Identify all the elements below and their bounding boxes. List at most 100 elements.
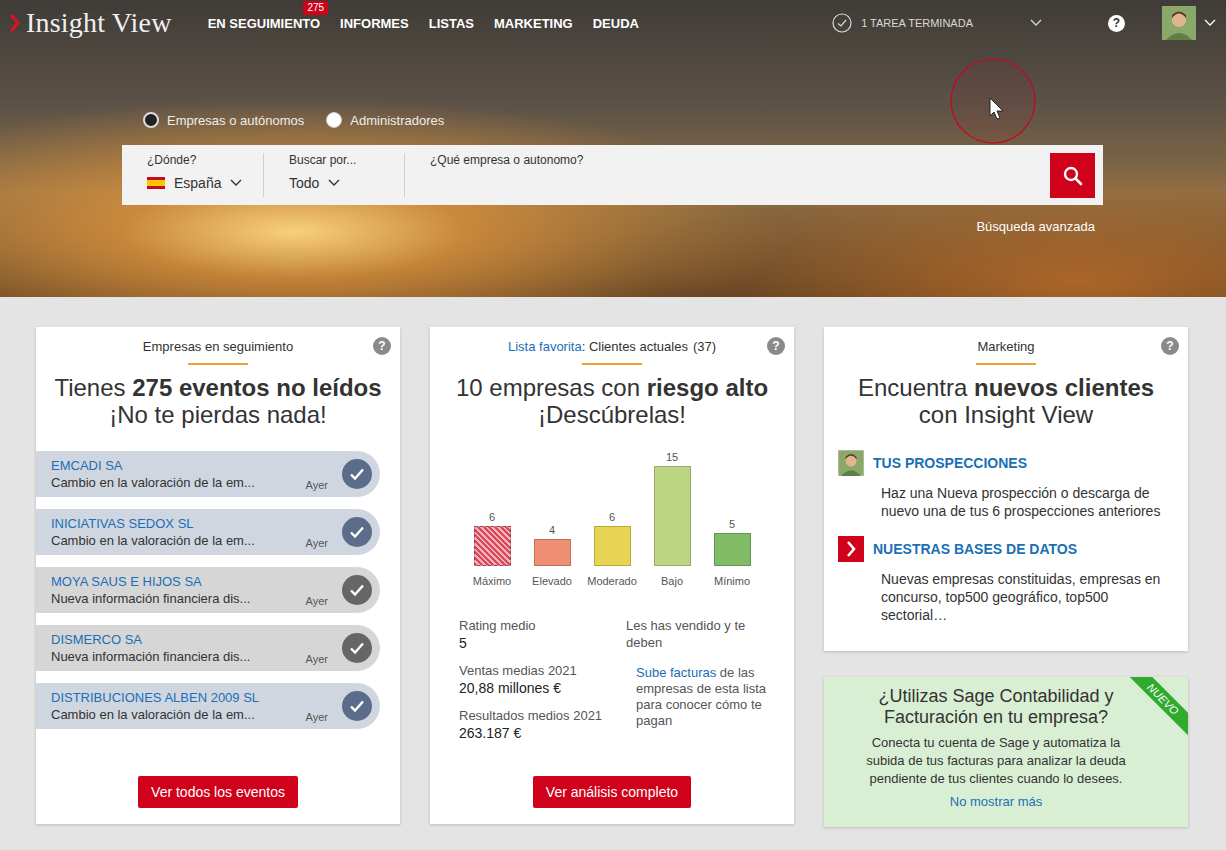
event-row[interactable]: MOYA SAUS E HIJOS SANueva información fi… [36,567,380,613]
event-time: Ayer [306,479,328,491]
chevron-down-icon [1204,19,1216,27]
all-events-button[interactable]: Ver todos los eventos [138,776,298,808]
card-title: Encuentra nuevos clientescon Insight Vie… [834,374,1178,428]
upload-invoices-link[interactable]: Sube facturas [636,665,716,680]
search-mode-radio[interactable]: Empresas o autónomos [143,112,304,128]
promo-title: ¿Utilizas Sage Contabilidad y Facturació… [854,686,1138,728]
chevron-down-icon [230,179,242,187]
event-description: Nueva información financiera dis... [51,648,300,665]
bar-value: 6 [609,511,615,523]
event-row[interactable]: DISTRIBUCIONES ALBEN 2009 SLCambio en la… [36,683,380,729]
stat: Resultados medios 2021263.187 € [459,707,626,742]
tasks-dropdown[interactable]: 1 TAREA TERMINADA [832,13,1042,33]
bar-value: 5 [729,518,735,530]
search-field-value: España [147,175,249,191]
favorite-list-link[interactable]: Lista favorita [508,339,582,354]
logo-chevron-icon [10,14,20,32]
marketing-item-title[interactable]: NUESTRAS BASES DE DATOS [873,541,1077,557]
card-header: Empresas en seguimiento [36,327,400,365]
watch-card: Empresas en seguimiento?Tienes 275 event… [36,327,400,824]
event-company[interactable]: DISMERCO SA [51,631,300,648]
nav-badge: 275 [303,1,328,15]
user-avatar-icon [1162,6,1196,40]
bar-column[interactable]: 6Moderado [582,446,642,587]
search-button[interactable] [1050,153,1095,198]
radio-circle [326,112,342,128]
main-nav: EN SEGUIMIENTO 275 INFORMES LISTAS MARKET… [208,16,639,31]
bar-label: Elevado [532,575,572,587]
nav-item[interactable]: LISTAS [429,16,474,31]
event-company[interactable]: INICIATIVAS SEDOX SL [51,515,300,532]
mark-read-check-icon[interactable] [342,517,372,547]
radio-label: Empresas o autónomos [167,113,304,128]
marketing-item: NUESTRAS BASES DE DATOS Nuevas empresas c… [838,536,1174,624]
user-menu[interactable] [1162,6,1216,40]
stat: Ventas medias 202120,88 millones € [459,662,626,697]
hero-header: Insight View EN SEGUIMIENTO 275 INFORMES L… [0,0,1226,297]
search-field-value: Todo [289,175,390,191]
marketing-item-title[interactable]: TUS PROSPECCIONES [873,455,1027,471]
radio-label: Administradores [350,113,444,128]
bar-column[interactable]: 5Mínimo [702,446,762,587]
bar-value: 6 [489,511,495,523]
help-icon[interactable]: ? [373,337,391,355]
database-chevron-icon [838,536,864,562]
event-description: Cambio en la valoración de la em... [51,474,300,491]
radio-circle [143,112,159,128]
event-company[interactable]: MOYA SAUS E HIJOS SA [51,573,300,590]
search-input[interactable] [430,171,1036,189]
check-circle-icon [832,13,852,33]
help-button[interactable]: ? [1108,15,1125,32]
bar-column[interactable]: 4Elevado [522,446,582,587]
event-list: EMCADI SACambio en la valoración de la e… [36,451,400,729]
marketing-item: TUS PROSPECCIONESHaz una Nueva prospecci… [838,450,1174,520]
full-analysis-button[interactable]: Ver análisis completo [533,776,691,808]
event-time: Ayer [306,537,328,549]
event-time: Ayer [306,653,328,665]
event-company[interactable]: EMCADI SA [51,457,300,474]
bar-column[interactable]: 6 Máximo [462,446,522,587]
event-time: Ayer [306,595,328,607]
nav-item[interactable]: EN SEGUIMIENTO 275 [208,16,320,31]
marketing-card: Marketing?Encuentra nuevos clientescon I… [824,327,1188,651]
bar [654,466,691,566]
search-area: Empresas o autónomos Administradores ¿Dónd… [122,112,1103,234]
help-icon[interactable]: ? [1161,337,1179,355]
event-row[interactable]: DISMERCO SANueva información financiera … [36,625,380,671]
dismiss-link[interactable]: No mostrar más [854,794,1138,809]
search-field-label: ¿Dónde? [147,153,249,167]
event-description: Cambio en la valoración de la em... [51,706,300,723]
search-select[interactable]: ¿Dónde? España [122,153,264,197]
mark-read-check-icon[interactable] [342,633,372,663]
marketing-item-text: Nuevas empresas constituidas, empresas e… [838,570,1174,624]
logo[interactable]: Insight View [10,7,172,39]
search-mode-radio[interactable]: Administradores [326,112,444,128]
search-field-label: Buscar por... [289,153,390,167]
event-row[interactable]: INICIATIVAS SEDOX SLCambio en la valorac… [36,509,380,555]
spain-flag-icon [147,177,165,189]
bar-column[interactable]: 15Bajo [642,446,702,587]
search-query[interactable]: ¿Qué empresa o autonomo? [405,145,1050,205]
bar [534,539,571,566]
mark-read-check-icon[interactable] [342,459,372,489]
bar-label: Bajo [661,575,683,587]
chevron-down-icon [328,179,340,187]
mark-read-check-icon[interactable] [342,691,372,721]
event-row[interactable]: EMCADI SACambio en la valoración de la e… [36,451,380,497]
search-bar: ¿Dónde? España Buscar por... Todo ¿Qué empre… [122,145,1103,205]
search-select[interactable]: Buscar por... Todo [264,153,405,197]
help-icon[interactable]: ? [767,337,785,355]
bar [714,533,751,566]
bar-label: Máximo [473,575,512,587]
nav-item[interactable]: INFORMES [340,16,409,31]
nav-item[interactable]: DEUDA [593,16,639,31]
nav-item[interactable]: MARKETING [494,16,573,31]
advanced-search-link[interactable]: Búsqueda avanzada [122,219,1103,234]
promo-text: Conecta tu cuenta de Sage y automatiza l… [854,734,1138,788]
card-header: Lista favorita: Clientes actuales(37) [430,327,794,365]
risk-bar-chart: 6 Máximo 4Elevado6Moderado15Bajo5Mínimo [430,446,794,587]
mark-read-check-icon[interactable] [342,575,372,605]
event-company[interactable]: DISTRIBUCIONES ALBEN 2009 SL [51,689,300,706]
event-description: Cambio en la valoración de la em... [51,532,300,549]
favorite-list-card: Lista favorita: Clientes actuales(37)?10… [430,327,794,824]
